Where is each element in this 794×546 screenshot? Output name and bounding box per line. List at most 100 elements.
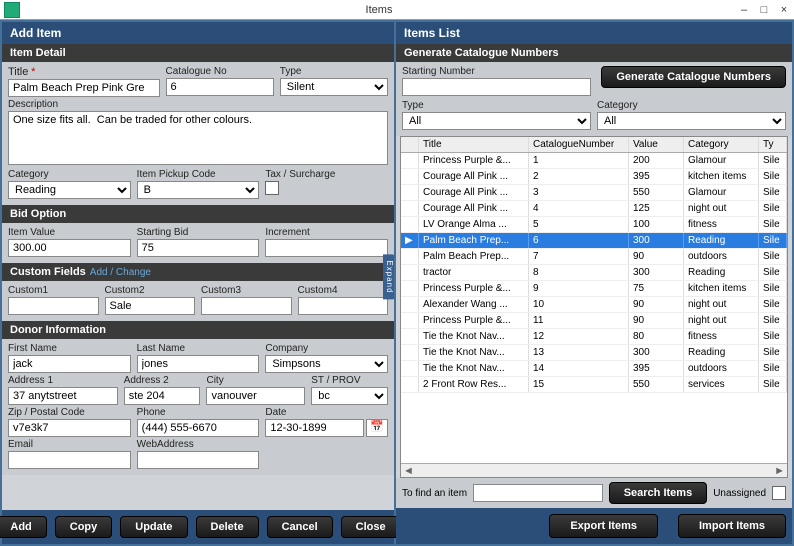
a1-label: Address 1: [8, 375, 118, 386]
table-row[interactable]: Tie the Knot Nav...14395outdoorsSile: [401, 361, 787, 377]
type-select[interactable]: Silent: [280, 78, 388, 96]
table-row[interactable]: Tie the Knot Nav...13300ReadingSile: [401, 345, 787, 361]
delete-button[interactable]: Delete: [196, 516, 259, 538]
table-row[interactable]: Courage All Pink ...3550GlamourSile: [401, 185, 787, 201]
add-item-header: Add Item: [2, 22, 394, 44]
catno-label: Catalogue No: [166, 66, 274, 77]
email-label: Email: [8, 439, 131, 450]
import-button[interactable]: Import Items: [678, 514, 786, 538]
desc-label: Description: [8, 99, 388, 110]
startbid-label: Starting Bid: [137, 227, 260, 238]
generate-button[interactable]: Generate Catalogue Numbers: [601, 66, 786, 88]
donor-info-header: Donor Information: [2, 321, 394, 339]
increment-label: Increment: [265, 227, 388, 238]
items-table: Title CatalogueNumber Value Category Ty …: [400, 136, 788, 478]
col-title[interactable]: Title: [419, 137, 529, 152]
fn-input[interactable]: [8, 355, 131, 373]
date-input[interactable]: [265, 419, 364, 437]
table-row[interactable]: Palm Beach Prep...790outdoorsSile: [401, 249, 787, 265]
table-body[interactable]: Princess Purple &...1200GlamourSileCoura…: [401, 153, 787, 463]
add-button[interactable]: Add: [0, 516, 47, 538]
web-input[interactable]: [137, 451, 260, 469]
co-select[interactable]: Simpsons: [265, 355, 388, 373]
col-type[interactable]: Ty: [759, 137, 787, 152]
bid-option-header: Bid Option: [2, 205, 394, 223]
fn-label: First Name: [8, 343, 131, 354]
table-row[interactable]: Courage All Pink ...4125night outSile: [401, 201, 787, 217]
left-panel: Add Item Item Detail Title * Catalogue N…: [2, 22, 394, 544]
ln-input[interactable]: [137, 355, 260, 373]
filter-cat-select[interactable]: All: [597, 112, 786, 130]
export-button[interactable]: Export Items: [549, 514, 658, 538]
custom-add-link[interactable]: Add / Change: [90, 267, 151, 278]
search-button[interactable]: Search Items: [609, 482, 707, 504]
zip-label: Zip / Postal Code: [8, 407, 131, 418]
col-catnum[interactable]: CatalogueNumber: [529, 137, 629, 152]
table-row[interactable]: Princess Purple &...1200GlamourSile: [401, 153, 787, 169]
window-title: Items: [24, 4, 734, 16]
category-label: Category: [8, 169, 131, 180]
catno-input[interactable]: [166, 78, 274, 96]
c2-input[interactable]: [105, 297, 196, 315]
unassigned-label: Unassigned: [713, 488, 766, 499]
city-input[interactable]: [206, 387, 305, 405]
table-row[interactable]: tractor8300ReadingSile: [401, 265, 787, 281]
col-value[interactable]: Value: [629, 137, 684, 152]
item-detail-header: Item Detail: [2, 44, 394, 62]
table-row[interactable]: Alexander Wang ...1090night outSile: [401, 297, 787, 313]
calendar-icon[interactable]: 📅: [366, 419, 388, 437]
table-header: Title CatalogueNumber Value Category Ty: [401, 137, 787, 153]
table-row[interactable]: Tie the Knot Nav...1280fitnessSile: [401, 329, 787, 345]
close-icon[interactable]: ×: [774, 2, 794, 18]
minimize-icon[interactable]: –: [734, 2, 754, 18]
startnum-input[interactable]: [402, 78, 591, 96]
left-buttonbar: Add Copy Update Delete Cancel Close: [2, 510, 394, 544]
find-input[interactable]: [473, 484, 603, 502]
table-row[interactable]: Princess Purple &...975kitchen itemsSile: [401, 281, 787, 297]
startnum-label: Starting Number: [402, 66, 591, 77]
c1-input[interactable]: [8, 297, 99, 315]
h-scrollbar[interactable]: ◄►: [401, 463, 787, 477]
filter-type-select[interactable]: All: [402, 112, 591, 130]
table-row[interactable]: ▶Palm Beach Prep...6300ReadingSile: [401, 233, 787, 249]
tax-label: Tax / Surcharge: [265, 169, 388, 180]
c4-input[interactable]: [298, 297, 389, 315]
phone-label: Phone: [137, 407, 260, 418]
email-input[interactable]: [8, 451, 131, 469]
custom-fields-header: Custom FieldsAdd / Change: [2, 263, 394, 281]
filter-cat-label: Category: [597, 100, 786, 111]
a2-input[interactable]: [124, 387, 201, 405]
copy-button[interactable]: Copy: [55, 516, 113, 538]
c2-label: Custom2: [105, 285, 196, 296]
title-input[interactable]: [8, 79, 160, 97]
phone-input[interactable]: [137, 419, 260, 437]
maximize-icon[interactable]: □: [754, 2, 774, 18]
startbid-input[interactable]: [137, 239, 260, 257]
col-category[interactable]: Category: [684, 137, 759, 152]
table-row[interactable]: Princess Purple &...1190night outSile: [401, 313, 787, 329]
zip-input[interactable]: [8, 419, 131, 437]
co-label: Company: [265, 343, 388, 354]
type-label: Type: [280, 66, 388, 77]
value-input[interactable]: [8, 239, 131, 257]
cancel-button[interactable]: Cancel: [267, 516, 333, 538]
desc-input[interactable]: One size fits all. Can be traded for oth…: [8, 111, 388, 165]
update-button[interactable]: Update: [120, 516, 187, 538]
pickup-select[interactable]: B: [137, 181, 260, 199]
unassigned-checkbox[interactable]: [772, 486, 786, 500]
generate-header: Generate Catalogue Numbers: [396, 44, 792, 62]
table-row[interactable]: LV Orange Alma ...5100fitnessSile: [401, 217, 787, 233]
c3-input[interactable]: [201, 297, 292, 315]
category-select[interactable]: Reading: [8, 181, 131, 199]
city-label: City: [206, 375, 305, 386]
increment-input[interactable]: [265, 239, 388, 257]
a1-input[interactable]: [8, 387, 118, 405]
c1-label: Custom1: [8, 285, 99, 296]
expand-handle[interactable]: Expand: [383, 254, 394, 299]
ln-label: Last Name: [137, 343, 260, 354]
st-select[interactable]: bc: [311, 387, 388, 405]
table-row[interactable]: 2 Front Row Res...15550servicesSile: [401, 377, 787, 393]
table-row[interactable]: Courage All Pink ...2395kitchen itemsSil…: [401, 169, 787, 185]
tax-checkbox[interactable]: [265, 181, 279, 195]
close-button[interactable]: Close: [341, 516, 401, 538]
